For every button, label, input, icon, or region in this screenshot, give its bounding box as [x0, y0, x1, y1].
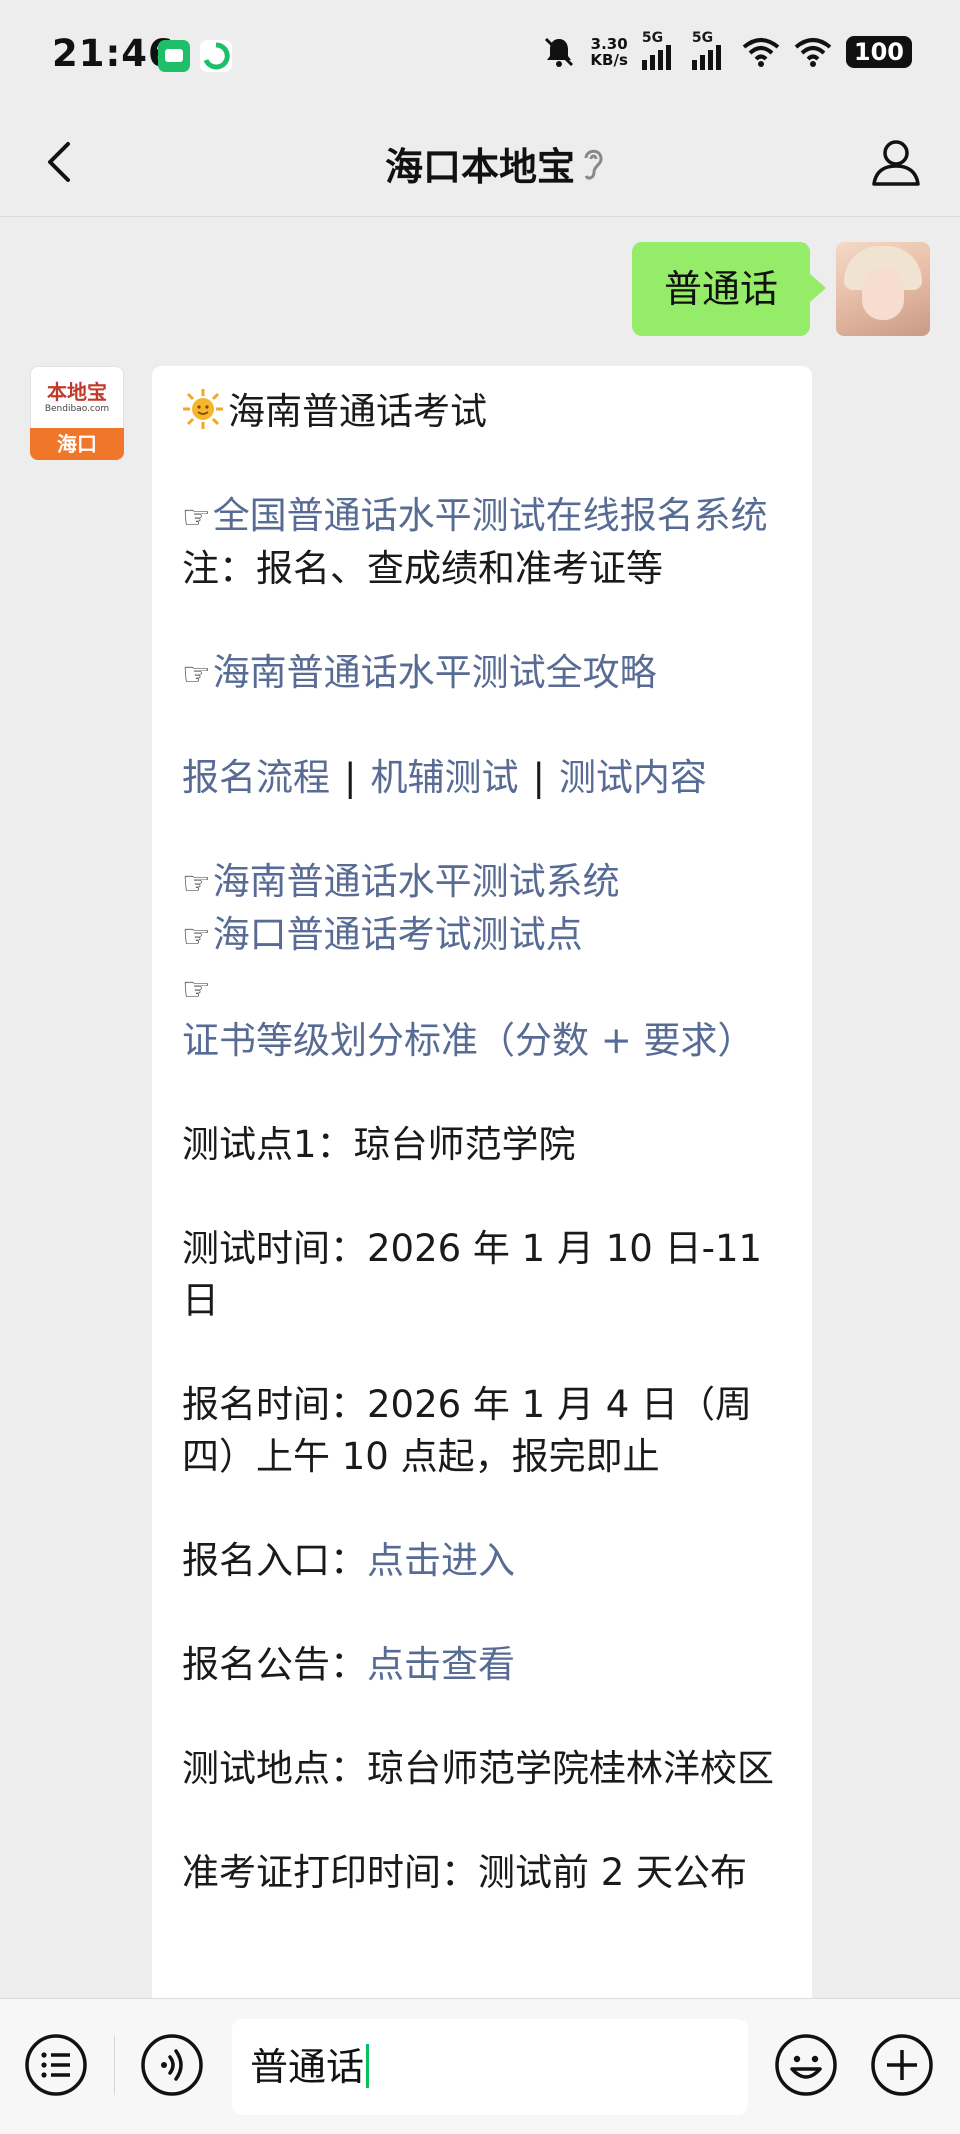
- network-speed: 3.30 KB/s: [590, 36, 627, 68]
- link-certificate-levels[interactable]: 证书等级划分标准（分数 + 要求）: [182, 1019, 755, 1062]
- signal-icon: 5G: [641, 30, 678, 70]
- status-right: 3.30 KB/s 5G 5G 100: [542, 30, 912, 70]
- net-label-2: 5G: [691, 30, 714, 46]
- notice-label: 报名公告：: [182, 1643, 367, 1686]
- bot-avatar[interactable]: 本地宝 Bendibao.com 海口: [30, 366, 124, 460]
- link-test-system[interactable]: 海南普通话水平测试系统: [213, 860, 620, 903]
- message-input[interactable]: 普通话: [232, 2019, 748, 2115]
- voice-icon[interactable]: [140, 2033, 204, 2097]
- link-signup-process[interactable]: 报名流程: [182, 756, 330, 799]
- link-guide[interactable]: 海南普通话水平测试全攻略: [213, 651, 657, 694]
- mute-icon: [545, 37, 574, 67]
- vpn-app-icon: [200, 40, 232, 72]
- avatar-logo-text: 本地宝: [47, 380, 107, 404]
- entry-label: 报名入口：: [182, 1539, 367, 1582]
- menu-list-icon[interactable]: [24, 2033, 88, 2097]
- notice-line: 报名公告：点击查看: [182, 1639, 782, 1691]
- pointing-hand-icon: ☞: [182, 970, 211, 1008]
- divider: [114, 2035, 115, 2095]
- signal-icon-2: 5G: [691, 30, 728, 70]
- plus-icon[interactable]: [870, 2033, 934, 2097]
- status-time: 21:46: [52, 32, 175, 75]
- separator: |: [344, 756, 357, 799]
- link-test-content[interactable]: 测试内容: [559, 756, 707, 799]
- avatar-city: 海口: [30, 428, 124, 460]
- input-text: 普通话: [250, 2045, 365, 2089]
- link-view-notice[interactable]: 点击查看: [367, 1643, 515, 1686]
- status-bar: 21:46 3.30 KB/s 5G 5G 100: [0, 0, 960, 110]
- pointing-hand-icon: ☞: [182, 864, 211, 902]
- note-line: 注：报名、查成绩和准考证等: [182, 547, 663, 590]
- message-title-line: 海南普通话考试: [182, 386, 782, 438]
- pointing-hand-icon: ☞: [182, 498, 211, 536]
- link-enter[interactable]: 点击进入: [367, 1539, 515, 1582]
- speed-unit: KB/s: [590, 51, 628, 69]
- test-place-line: 测试地点：琼台师范学院桂林洋校区: [182, 1747, 774, 1790]
- link-line-2: ☞海南普通话水平测试全攻略: [182, 647, 782, 700]
- net-label-1: 5G: [641, 30, 664, 46]
- pointing-hand-icon: ☞: [182, 655, 211, 693]
- link-signup-system[interactable]: 全国普通话水平测试在线报名系统: [213, 494, 768, 537]
- test-site-line: 测试点1：琼台师范学院: [182, 1123, 576, 1166]
- input-bar: 普通话: [0, 1998, 960, 2134]
- emoji-icon[interactable]: [774, 2033, 838, 2097]
- outgoing-message-bubble[interactable]: 普通话: [631, 242, 827, 336]
- link-test-sites[interactable]: 海口普通话考试测试点: [213, 913, 583, 956]
- sun-icon: [183, 389, 223, 429]
- speed-value: 3.30: [590, 35, 628, 53]
- user-icon[interactable]: [868, 134, 924, 190]
- ear-icon: [584, 149, 603, 180]
- incoming-message-bubble: 海南普通话考试 ☞全国普通话水平测试在线报名系统 注：报名、查成绩和准考证等 ☞…: [152, 366, 812, 2066]
- pointing-hand-icon: ☞: [182, 917, 211, 955]
- message-title: 海南普通话考试: [228, 390, 487, 433]
- signup-time-line: 报名时间：2026 年 1 月 4 日（周四）上午 10 点起，报完即止: [182, 1383, 753, 1478]
- test-time-line: 测试时间：2026 年 1 月 10 日-11 日: [182, 1227, 763, 1322]
- my-avatar[interactable]: [836, 242, 930, 336]
- separator: |: [532, 756, 545, 799]
- battery-icon: 100: [845, 36, 912, 68]
- link-line-1: ☞全国普通话水平测试在线报名系统: [182, 490, 782, 543]
- wifi-icon: [742, 38, 780, 67]
- chat-title: 海口本地宝: [384, 145, 575, 189]
- link-line-3: ☞海南普通话水平测试系统: [182, 856, 782, 909]
- link-line-5: ☞ 证书等级划分标准（分数 + 要求）: [182, 962, 782, 1067]
- quick-links-line: 报名流程 | 机辅测试 | 测试内容: [182, 752, 782, 804]
- message-app-icon: [158, 40, 190, 72]
- print-time-line: 准考证打印时间：测试前 2 天公布: [182, 1851, 748, 1894]
- avatar-logo-en: Bendibao.com: [44, 404, 110, 414]
- link-line-4: ☞海口普通话考试测试点: [182, 909, 782, 962]
- signup-entry-line: 报名入口：点击进入: [182, 1535, 782, 1587]
- text-caret: [366, 2044, 370, 2088]
- chat-header: 海口本地宝: [0, 110, 960, 217]
- wifi-icon-2: [794, 38, 832, 67]
- link-computer-test[interactable]: 机辅测试: [370, 756, 518, 799]
